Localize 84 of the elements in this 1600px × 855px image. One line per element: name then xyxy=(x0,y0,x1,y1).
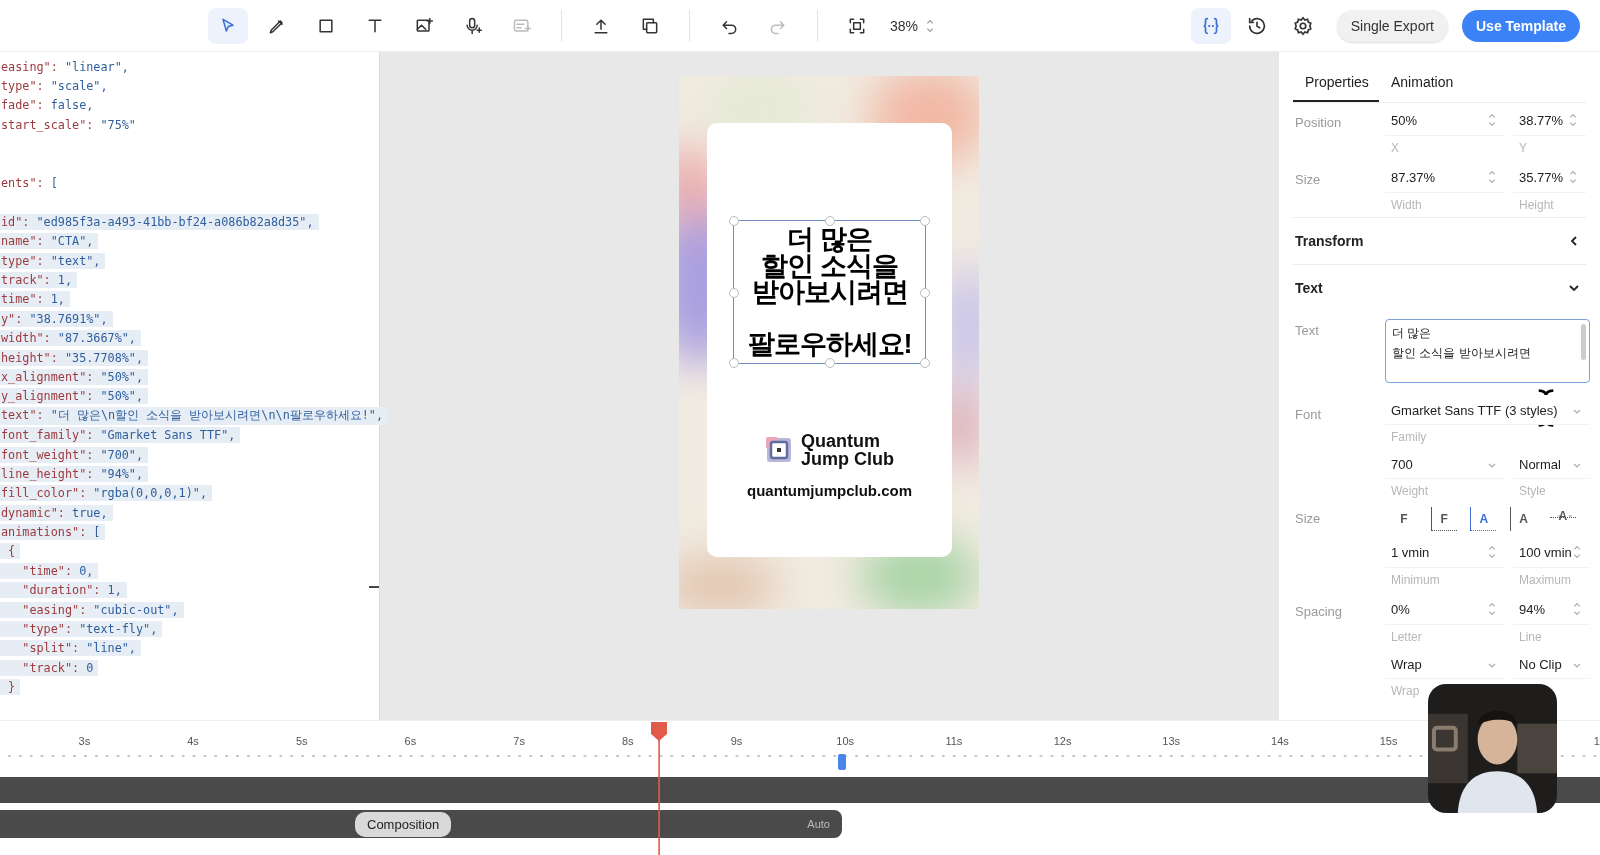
field-caption: Line xyxy=(1518,629,1543,646)
stepper-icon[interactable] xyxy=(1487,111,1497,129)
stepper-icon[interactable] xyxy=(1487,543,1497,561)
code-line: fade": false, xyxy=(0,97,95,114)
resize-handle[interactable] xyxy=(920,358,930,368)
stepper-icon[interactable] xyxy=(1568,168,1578,186)
resize-handle[interactable] xyxy=(729,288,739,298)
headline-line: 할인 소식을 xyxy=(761,252,898,279)
time-label: 5s xyxy=(294,735,309,747)
time-label: 9s xyxy=(729,735,744,747)
headline-line: 팔로우하세요! xyxy=(747,331,912,358)
website-url: quantumjumpclub.com xyxy=(747,482,912,499)
time-label: 12s xyxy=(1052,735,1073,747)
headline-line: 더 많은 xyxy=(787,226,872,253)
export-button[interactable]: Single Export xyxy=(1336,9,1448,42)
property-label: Spacing xyxy=(1295,603,1343,621)
time-label: 13s xyxy=(1161,735,1182,747)
size-mode-button[interactable]: F xyxy=(1430,507,1457,531)
resize-handle[interactable] xyxy=(825,358,835,368)
stepper-icon[interactable] xyxy=(1568,111,1578,129)
stepper-icon[interactable] xyxy=(1571,600,1582,618)
field-caption: Maximum xyxy=(1518,572,1572,589)
field-caption: Family xyxy=(1390,429,1428,446)
inspector-tab[interactable]: Animation xyxy=(1379,68,1466,102)
property-label: Font xyxy=(1295,406,1322,424)
chevron-down-icon xyxy=(1568,282,1580,294)
time-label: 4s xyxy=(186,735,200,747)
brand-name: Quantum xyxy=(801,432,881,450)
field-caption: Height xyxy=(1518,197,1555,214)
resize-handle[interactable] xyxy=(920,288,930,298)
headline-line: 받아보시려면 xyxy=(751,279,908,306)
stepper-icon[interactable] xyxy=(1487,168,1497,186)
timeline-track[interactable] xyxy=(0,777,1600,803)
use-template-button[interactable]: Use Template xyxy=(1462,9,1580,42)
time-label: 11s xyxy=(944,735,964,747)
time-label: 10s xyxy=(835,735,856,747)
composition-track[interactable]: Composition Auto xyxy=(0,810,842,838)
size-mode-button[interactable]: A xyxy=(1510,507,1537,531)
resize-handle[interactable] xyxy=(825,216,835,226)
field-caption: Width xyxy=(1390,197,1423,214)
time-label: 8s xyxy=(620,735,635,747)
field-caption: Weight xyxy=(1390,483,1430,500)
inspector-tab[interactable]: Properties xyxy=(1293,68,1379,102)
field-caption: Letter xyxy=(1390,629,1423,646)
playhead[interactable] xyxy=(650,721,668,855)
field-caption: Minimum xyxy=(1390,572,1441,589)
resize-handle[interactable] xyxy=(920,216,930,226)
stepper-icon[interactable] xyxy=(1487,600,1497,618)
stepper-icon[interactable] xyxy=(1571,543,1582,561)
brand-name: Jump Club xyxy=(801,450,894,468)
time-label: 15s xyxy=(1378,735,1399,747)
section-header[interactable]: Text xyxy=(1293,264,1586,311)
field-caption: Wrap xyxy=(1390,683,1421,700)
time-label: 14s xyxy=(1270,735,1290,747)
time-label: 3s xyxy=(77,735,92,747)
code-line: start_scale": "75%" xyxy=(0,116,137,133)
font-family-dropdown[interactable]: Gmarket Sans TTF (3 styles) xyxy=(1385,395,1590,425)
size-mode-button[interactable]: F xyxy=(1391,507,1417,531)
time-label: 7s xyxy=(512,735,526,747)
size-mode-button[interactable]: A xyxy=(1470,507,1497,531)
text-input-field[interactable]: 더 많은 할인 소식을 받아보시려면 xyxy=(1385,319,1590,383)
field-caption: X xyxy=(1390,140,1400,157)
time-label: 1 xyxy=(1593,735,1600,747)
resize-handle[interactable] xyxy=(729,358,739,368)
time-label: 6s xyxy=(403,735,418,747)
track-mode: Auto xyxy=(807,818,830,830)
property-label: Position xyxy=(1295,114,1343,132)
property-label: Size xyxy=(1295,171,1322,189)
property-label: Size xyxy=(1295,510,1322,528)
zoom-level[interactable]: 38% xyxy=(890,17,919,34)
code-line: ents": [ xyxy=(0,175,59,192)
code-line: easing": "linear", xyxy=(0,58,130,75)
logo-icon xyxy=(765,436,793,464)
code-braces-icon[interactable] xyxy=(1190,7,1231,44)
select-tool-icon[interactable] xyxy=(208,7,248,44)
resize-handle[interactable] xyxy=(729,216,739,226)
section-header[interactable]: Transform xyxy=(1293,217,1586,264)
keyframe-marker[interactable] xyxy=(838,754,846,770)
code-line: type": "scale", xyxy=(0,78,109,95)
chevron-left-icon xyxy=(1568,235,1580,247)
property-label: Text xyxy=(1295,322,1320,340)
composition-clip[interactable]: Composition xyxy=(355,811,452,837)
field-caption: Y xyxy=(1518,140,1528,157)
field-caption: Style xyxy=(1518,483,1547,500)
